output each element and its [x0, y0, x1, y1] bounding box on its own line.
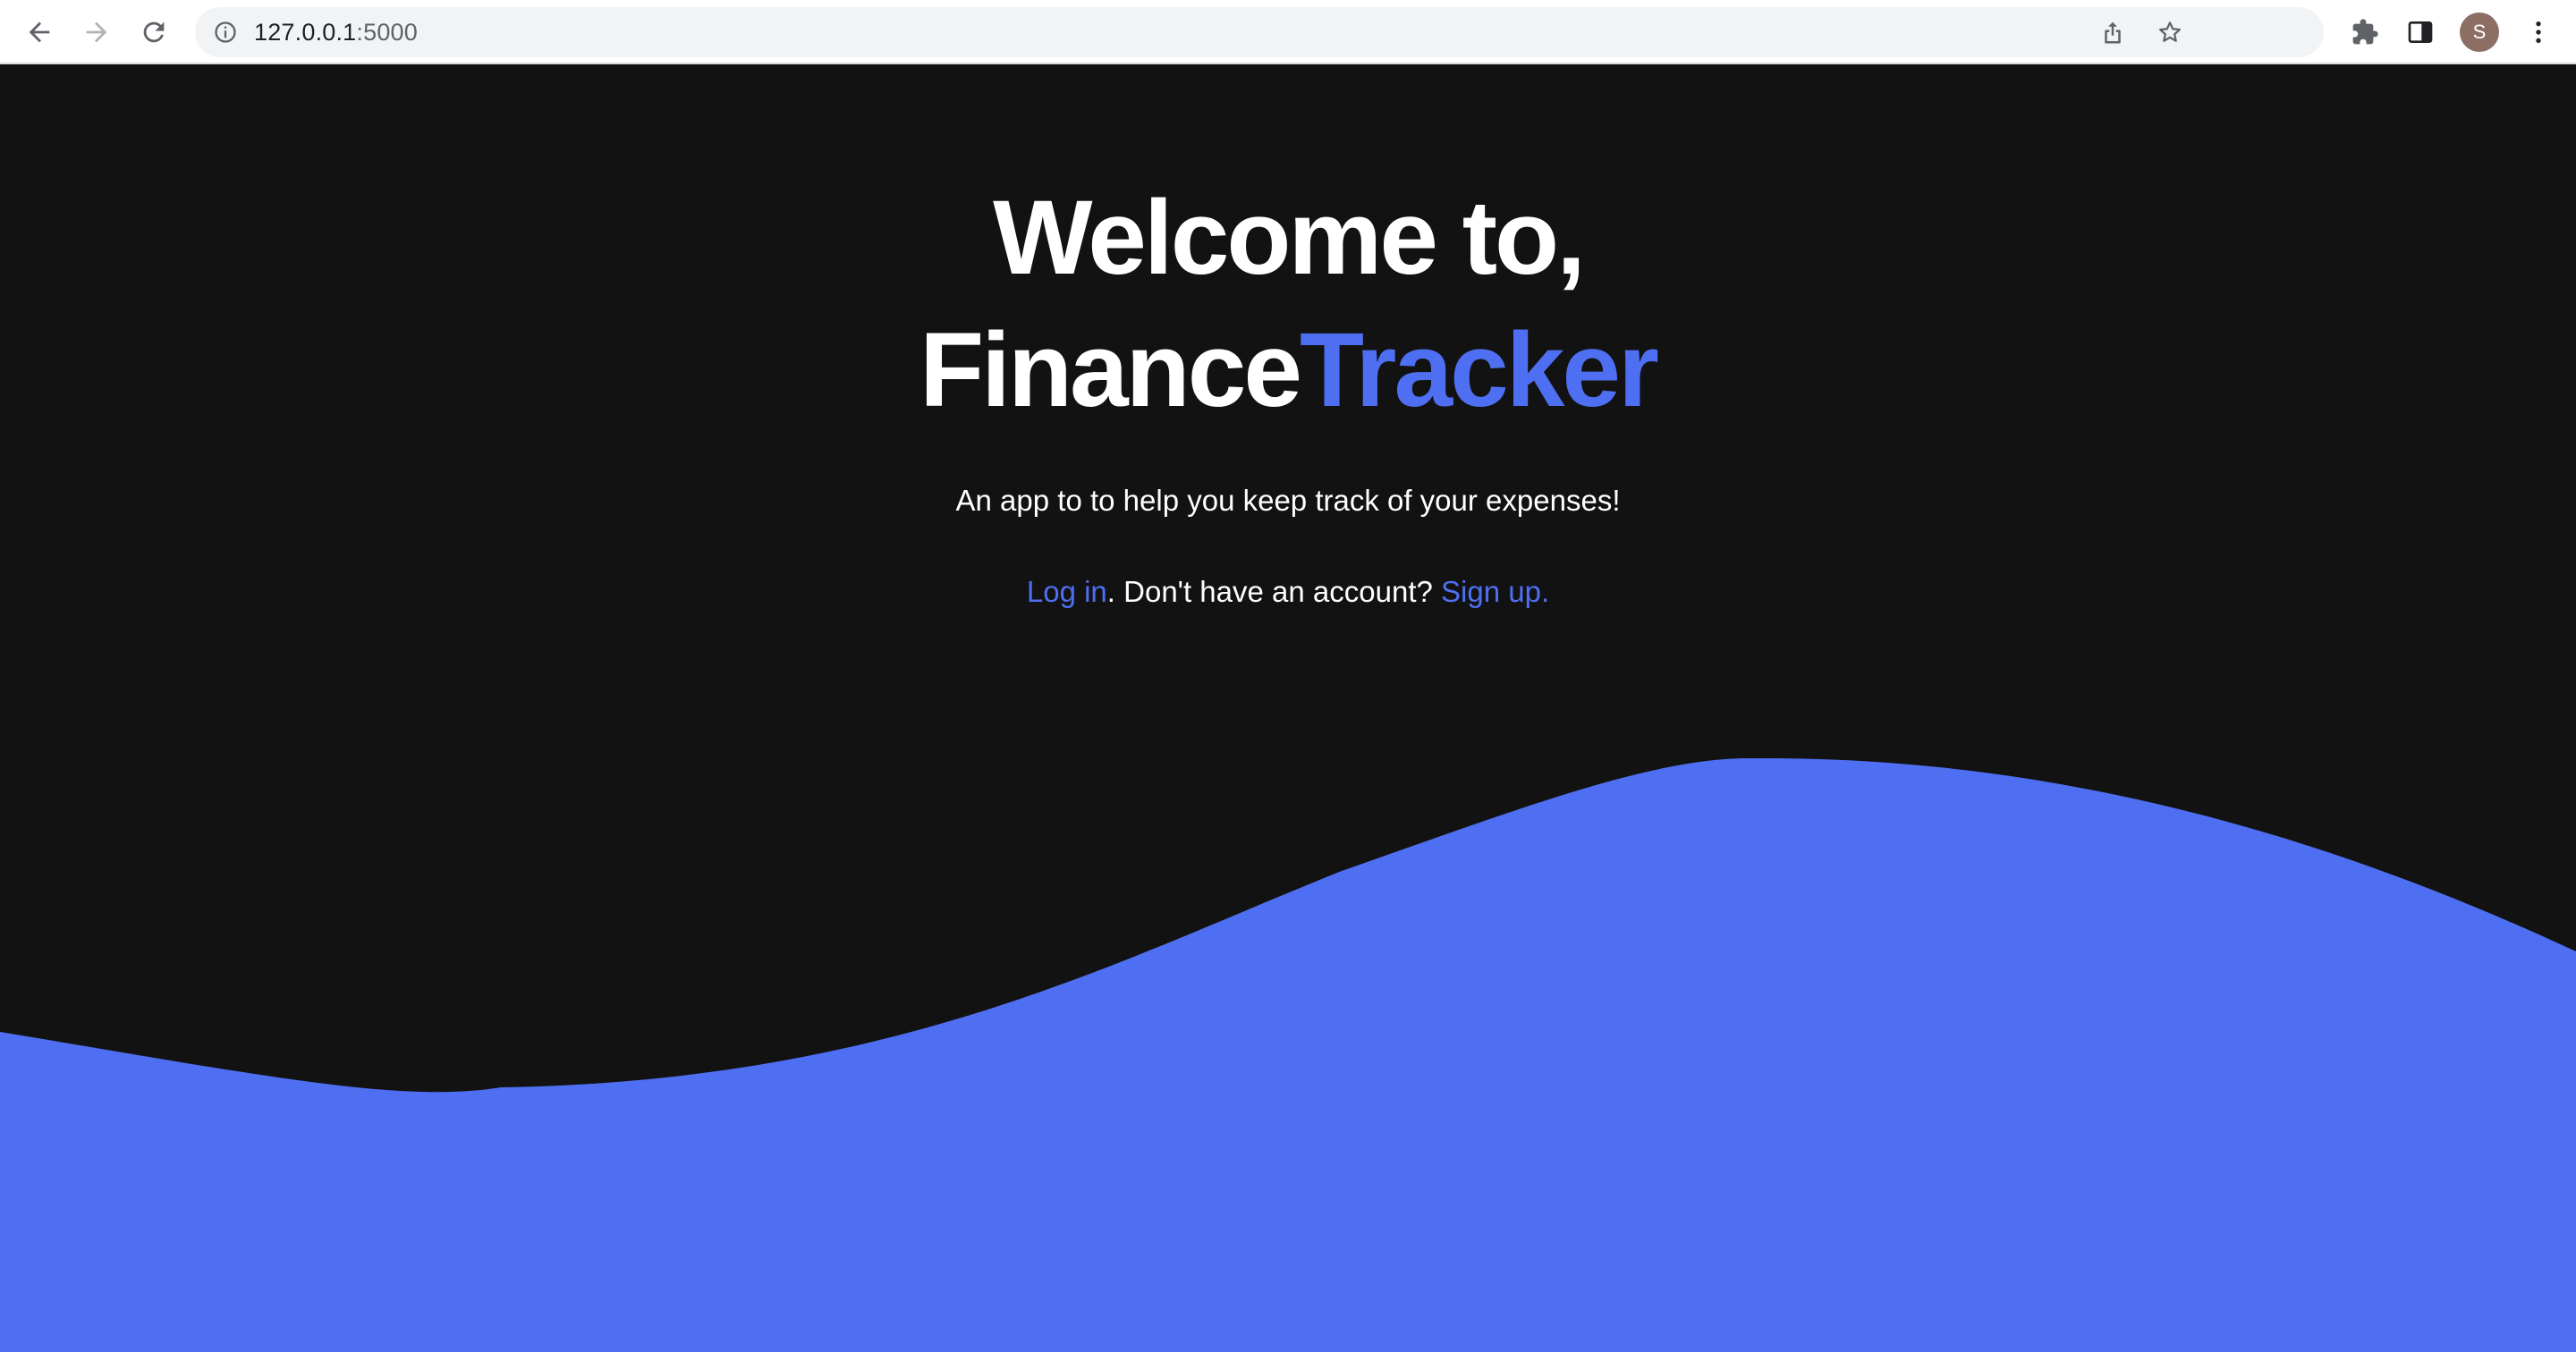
hero-section: Welcome to, FinanceTracker An app to to … [0, 172, 2576, 610]
side-panel-button[interactable] [2401, 13, 2440, 52]
star-icon [2159, 21, 2181, 42]
login-link[interactable]: Log in [1027, 575, 1107, 608]
arrow-left-icon [29, 21, 50, 43]
brand-finance: Finance [919, 311, 1302, 429]
welcome-line: Welcome to, [993, 179, 1586, 297]
welcome-heading: Welcome to, FinanceTracker [0, 172, 2576, 436]
auth-prompt: Log in. Don't have an account? Sign up. [0, 574, 2576, 610]
share-button[interactable] [2097, 16, 2129, 48]
url-host: 127.0.0.1 [254, 19, 357, 46]
bookmark-button[interactable] [2154, 16, 2186, 48]
info-icon[interactable] [213, 20, 238, 45]
signup-prompt-text: . Don't have an account? [1106, 575, 1442, 608]
url-text[interactable]: 127.0.0.1:5000 [254, 7, 418, 57]
reload-button[interactable] [132, 11, 175, 54]
arrow-right-icon [86, 21, 107, 43]
signup-link[interactable]: Sign up. [1441, 575, 1549, 608]
browser-toolbar: 127.0.0.1:5000 S [0, 0, 2576, 64]
side-panel-icon [2408, 21, 2433, 43]
puzzle-icon [2352, 19, 2378, 45]
kebab-menu-icon [2536, 21, 2541, 43]
forward-button[interactable] [75, 11, 118, 54]
reload-icon [143, 21, 165, 43]
browser-menu-button[interactable] [2519, 13, 2558, 52]
back-button[interactable] [18, 11, 61, 54]
profile-avatar[interactable]: S [2460, 13, 2499, 52]
url-port: :5000 [356, 19, 418, 46]
share-icon [2105, 21, 2121, 44]
brand-tracker: Tracker [1299, 311, 1659, 429]
landing-page: Welcome to, FinanceTracker An app to to … [0, 66, 2576, 1352]
tagline: An app to to help you keep track of your… [955, 484, 1621, 517]
extensions-button[interactable] [2345, 13, 2385, 52]
address-bar[interactable]: 127.0.0.1:5000 [195, 7, 2324, 57]
